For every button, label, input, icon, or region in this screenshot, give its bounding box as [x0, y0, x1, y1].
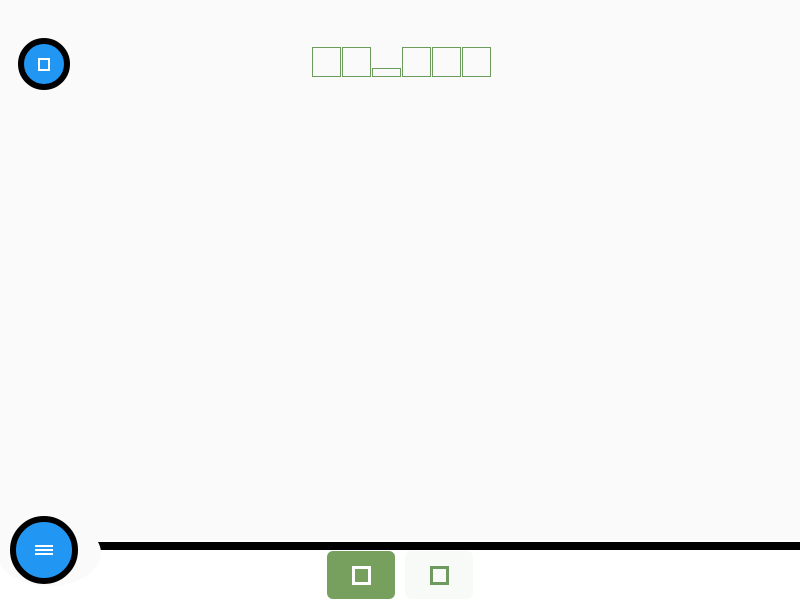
page-title [312, 47, 491, 77]
bottom-nav-item-active[interactable] [327, 551, 395, 599]
menu-icon [35, 545, 53, 555]
title-glyph [312, 47, 341, 77]
title-glyph [432, 47, 461, 77]
bottom-nav-item-inactive[interactable] [405, 551, 473, 599]
top-left-fab[interactable] [18, 38, 70, 90]
title-glyph [462, 47, 491, 77]
title-glyph [402, 47, 431, 77]
square-icon [38, 57, 50, 71]
title-glyph [342, 47, 371, 77]
square-icon [351, 565, 371, 585]
title-glyph-dash [372, 68, 401, 77]
menu-button[interactable] [10, 516, 78, 584]
bottom-bar-divider [0, 542, 800, 550]
square-icon [429, 565, 449, 585]
